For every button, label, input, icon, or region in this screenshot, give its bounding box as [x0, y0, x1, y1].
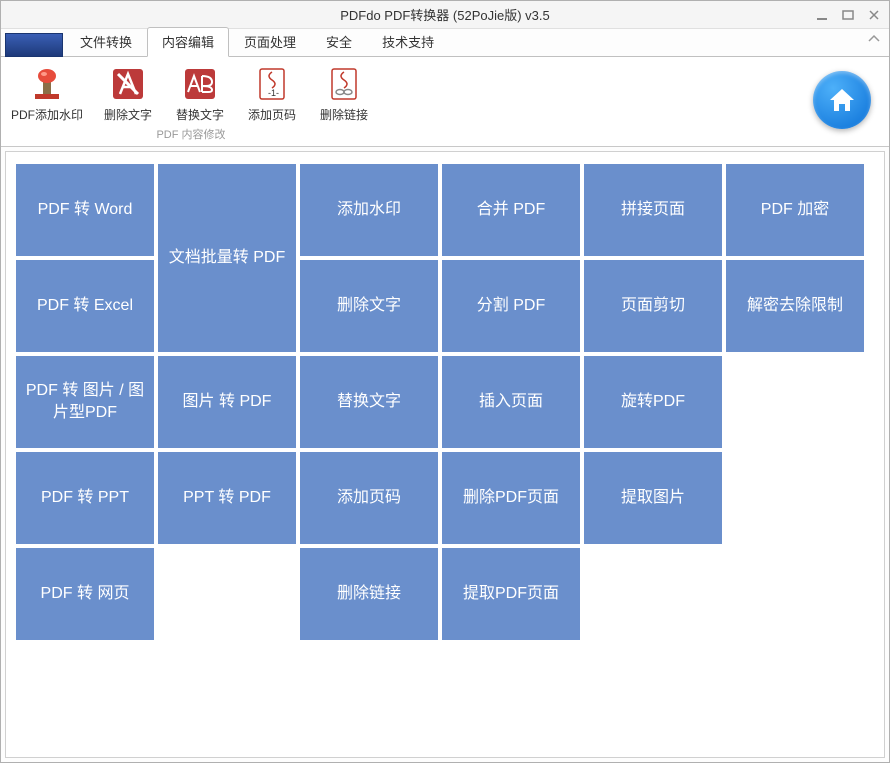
tile-button[interactable]: PDF 转 Word — [16, 164, 154, 256]
ribbon-group-label: PDF 内容修改 — [156, 126, 225, 144]
tab-content-edit[interactable]: 内容编辑 — [147, 27, 229, 57]
window-controls — [813, 1, 883, 28]
tile-button[interactable]: PDF 转 网页 — [16, 548, 154, 640]
app-window: PDFdo PDF转换器 (52PoJie版) v3.5 文件转换 内容编辑 页… — [0, 0, 890, 763]
tile-button[interactable]: 提取PDF页面 — [442, 548, 580, 640]
tab-security[interactable]: 安全 — [311, 27, 367, 57]
tab-strip: 文件转换 内容编辑 页面处理 安全 技术支持 — [1, 29, 889, 57]
ribbon-add-watermark[interactable]: PDF添加水印 — [9, 63, 85, 126]
close-button[interactable] — [865, 6, 883, 24]
tile-grid: PDF 转 Word文档批量转 PDF添加水印合并 PDF拼接页面PDF 加密 P… — [16, 164, 874, 640]
stamp-icon — [28, 65, 66, 103]
ribbon-replace-text[interactable]: 替换文字 — [171, 63, 229, 126]
tile-button[interactable]: PDF 转 图片 / 图片型PDF — [16, 356, 154, 448]
svg-text:-1-: -1- — [268, 88, 279, 98]
tile-button[interactable]: 文档批量转 PDF — [158, 164, 296, 352]
ribbon-label: 替换文字 — [176, 106, 224, 123]
replace-text-icon — [181, 65, 219, 103]
ribbon: PDF添加水印 删除文字 — [1, 57, 889, 147]
tile-button[interactable]: 旋转PDF — [584, 356, 722, 448]
tile-button[interactable]: 提取图片 — [584, 452, 722, 544]
tile-button[interactable]: 分割 PDF — [442, 260, 580, 352]
ribbon-delete-text[interactable]: 删除文字 — [99, 63, 157, 126]
tile-button[interactable]: 合并 PDF — [442, 164, 580, 256]
ribbon-label: 删除文字 — [104, 106, 152, 123]
ribbon-group-content-edit: PDF添加水印 删除文字 — [9, 63, 373, 144]
ribbon-label: 删除链接 — [320, 106, 368, 123]
delete-link-icon — [325, 65, 363, 103]
collapse-ribbon-icon[interactable] — [867, 33, 881, 47]
title-bar: PDFdo PDF转换器 (52PoJie版) v3.5 — [1, 1, 889, 29]
tab-support[interactable]: 技术支持 — [367, 27, 449, 57]
delete-text-icon — [109, 65, 147, 103]
tile-button[interactable]: 删除文字 — [300, 260, 438, 352]
tile-button[interactable]: 插入页面 — [442, 356, 580, 448]
ribbon-add-page-number[interactable]: -1- 添加页码 — [243, 63, 301, 126]
tile-button[interactable]: 解密去除限制 — [726, 260, 864, 352]
content-area: PDF 转 Word文档批量转 PDF添加水印合并 PDF拼接页面PDF 加密 P… — [5, 151, 885, 758]
tile-button[interactable]: PPT 转 PDF — [158, 452, 296, 544]
tile-button[interactable]: 添加水印 — [300, 164, 438, 256]
add-page-number-icon: -1- — [253, 65, 291, 103]
home-button[interactable] — [813, 71, 871, 129]
ribbon-delete-link[interactable]: 删除链接 — [315, 63, 373, 126]
ribbon-label: PDF添加水印 — [11, 106, 83, 123]
tile-button[interactable]: 删除PDF页面 — [442, 452, 580, 544]
tile-button[interactable]: PDF 转 Excel — [16, 260, 154, 352]
window-title: PDFdo PDF转换器 (52PoJie版) v3.5 — [340, 5, 550, 24]
tile-button[interactable]: PDF 加密 — [726, 164, 864, 256]
tile-button[interactable]: PDF 转 PPT — [16, 452, 154, 544]
tile-button[interactable]: 图片 转 PDF — [158, 356, 296, 448]
home-icon — [827, 85, 857, 115]
tile-button[interactable]: 页面剪切 — [584, 260, 722, 352]
tile-button[interactable]: 替换文字 — [300, 356, 438, 448]
minimize-button[interactable] — [813, 6, 831, 24]
maximize-button[interactable] — [839, 6, 857, 24]
tile-button[interactable]: 删除链接 — [300, 548, 438, 640]
tile-button[interactable]: 拼接页面 — [584, 164, 722, 256]
app-menu-button[interactable] — [5, 33, 63, 57]
tile-button[interactable]: 添加页码 — [300, 452, 438, 544]
ribbon-items: PDF添加水印 删除文字 — [9, 63, 373, 126]
tab-file-convert[interactable]: 文件转换 — [65, 27, 147, 57]
tab-page-process[interactable]: 页面处理 — [229, 27, 311, 57]
ribbon-label: 添加页码 — [248, 106, 296, 123]
